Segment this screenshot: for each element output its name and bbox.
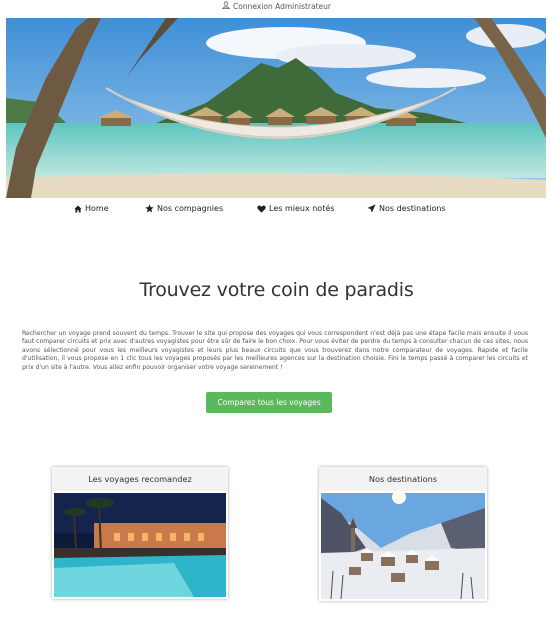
nav-item-home[interactable]: Home	[74, 204, 109, 213]
user-icon	[221, 0, 231, 14]
card-destinations[interactable]: Nos destinations	[319, 467, 487, 601]
admin-login-link[interactable]: Connexion Administrateur	[233, 2, 331, 11]
nav-item-label: Les mieux notés	[269, 204, 335, 213]
nav-item-destinations[interactable]: Nos destinations	[367, 204, 446, 213]
topbar: Connexion Administrateur	[0, 0, 553, 18]
page-title: Trouvez votre coin de paradis	[139, 279, 414, 301]
resort-pool-night-image	[54, 493, 226, 597]
card-recommended-trips[interactable]: Les voyages recomandez	[52, 467, 228, 599]
paper-plane-icon	[367, 204, 376, 213]
snowy-mountain-village-image	[321, 493, 485, 599]
nav-item-label: Home	[85, 204, 109, 213]
nav-item-mieux-notes[interactable]: Les mieux notés	[257, 204, 334, 213]
main-nav: Home Nos compagnies Les mieux notés Nos …	[0, 201, 553, 219]
nav-item-compagnies[interactable]: Nos compagnies	[145, 204, 223, 213]
intro-paragraph: Rechercher un voyage prend souvent du te…	[22, 330, 528, 371]
compare-voyages-button[interactable]: Comparez tous les voyages	[206, 392, 332, 413]
card-title: Les voyages recomandez	[52, 467, 228, 491]
nav-item-label: Nos compagnies	[157, 204, 224, 213]
card-title: Nos destinations	[319, 467, 487, 491]
star-icon	[145, 204, 154, 213]
home-icon	[74, 205, 82, 213]
nav-item-label: Nos destinations	[379, 204, 446, 213]
hero-image	[6, 18, 546, 198]
heart-icon	[257, 205, 266, 213]
